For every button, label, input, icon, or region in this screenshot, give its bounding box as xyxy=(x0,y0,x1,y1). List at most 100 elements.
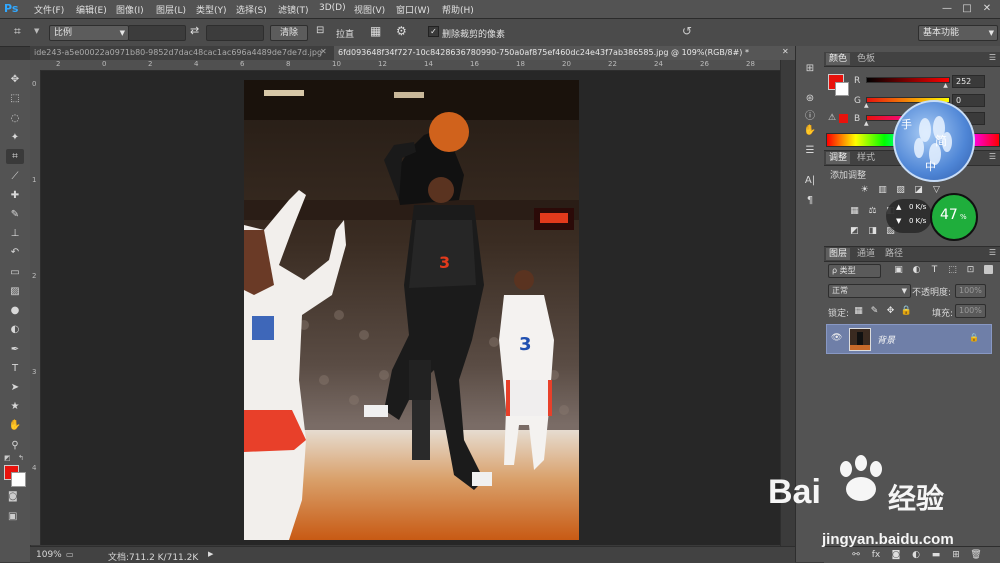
reset-icon[interactable]: ↺ xyxy=(682,24,692,38)
filter-toggle-icon[interactable] xyxy=(984,265,993,274)
eye-icon[interactable]: 👁 xyxy=(831,333,842,343)
character-panel-icon[interactable]: A| xyxy=(802,174,818,188)
input-method-badge[interactable]: 手 简 中 xyxy=(893,100,975,182)
lock-all-icon[interactable]: 🔒 xyxy=(900,306,913,317)
brush-tool-icon[interactable]: ✎ xyxy=(6,207,24,222)
channel-r-value[interactable]: 252 xyxy=(952,75,985,88)
filter-pixel-icon[interactable]: ▣ xyxy=(892,265,905,276)
menu-view[interactable]: 视图(V) xyxy=(354,3,385,16)
color-panel-background-swatch[interactable] xyxy=(835,82,849,96)
healing-brush-icon[interactable]: ✚ xyxy=(6,188,24,203)
status-menu-arrow-icon[interactable]: ▶ xyxy=(208,550,213,558)
background-color-swatch[interactable] xyxy=(11,472,26,487)
panel-menu-icon[interactable]: ☰ xyxy=(989,248,996,257)
document-image[interactable]: 3 3 xyxy=(244,80,579,540)
crop-preset-icon[interactable]: ⌗ xyxy=(14,24,21,39)
warning-icon[interactable]: ⚠ xyxy=(828,113,836,123)
menu-3d[interactable]: 3D(D) xyxy=(319,3,346,13)
minimize-icon[interactable]: — xyxy=(940,2,954,15)
menu-type[interactable]: 类型(Y) xyxy=(196,3,227,16)
filter-adjustment-icon[interactable]: ◐ xyxy=(910,265,923,276)
shape-tool-icon[interactable]: ★ xyxy=(6,399,24,414)
usage-circle[interactable]: 47 % xyxy=(930,193,978,241)
gradient-tool-icon[interactable]: ▨ xyxy=(6,284,24,299)
tab-channels[interactable]: 通道 xyxy=(854,248,878,260)
opacity-input[interactable]: 100% xyxy=(955,284,986,298)
delete-cropped-checkbox[interactable]: ✓ xyxy=(428,26,439,37)
quick-mask-icon[interactable]: ◙ xyxy=(8,491,18,502)
grid-overlay-icon[interactable]: ▦ xyxy=(370,24,381,38)
swap-icon[interactable]: ⇄ xyxy=(190,24,199,37)
tab-doc-2[interactable]: 6fd093648f34f727-10c8428636780990-750a0a… xyxy=(334,46,796,60)
blur-tool-icon[interactable]: ● xyxy=(6,303,24,318)
menu-image[interactable]: 图像(I) xyxy=(116,3,144,16)
brush-panel-icon[interactable]: ✋ xyxy=(802,124,818,138)
properties-panel-icon[interactable]: ⊛ xyxy=(802,92,818,106)
adjust-panel-icon[interactable]: ☰ xyxy=(802,144,818,158)
screen-mode-icon[interactable]: ▣ xyxy=(8,511,17,522)
menu-filter[interactable]: 滤镜(T) xyxy=(278,3,309,16)
lock-transparency-icon[interactable]: ▦ xyxy=(852,306,865,317)
tab-swatches[interactable]: 色板 xyxy=(854,53,878,65)
menu-file[interactable]: 文件(F) xyxy=(34,3,64,16)
panel-menu-icon[interactable]: ☰ xyxy=(989,53,996,62)
invert-icon[interactable]: ◩ xyxy=(848,226,861,237)
channel-r-slider[interactable] xyxy=(866,77,950,83)
zoom-level[interactable]: 109% xyxy=(36,550,62,560)
gamut-warning-swatch[interactable] xyxy=(839,114,848,123)
zoom-tool-icon[interactable]: ⚲ xyxy=(6,438,24,453)
paragraph-panel-icon[interactable]: ¶ xyxy=(802,194,818,208)
width-input[interactable] xyxy=(128,25,186,41)
channel-b-thumb[interactable]: ▲ xyxy=(864,120,869,127)
clone-stamp-icon[interactable]: ⊥ xyxy=(6,226,24,241)
move-tool-icon[interactable]: ✥ xyxy=(6,72,24,87)
fill-input[interactable]: 100% xyxy=(955,304,986,318)
gear-icon[interactable]: ⚙ xyxy=(396,24,407,38)
menu-window[interactable]: 窗口(W) xyxy=(396,3,430,16)
lock-position-icon[interactable]: ✥ xyxy=(884,306,897,317)
menu-layer[interactable]: 图层(L) xyxy=(156,3,186,16)
channel-g-thumb[interactable]: ▲ xyxy=(864,102,869,109)
close-icon[interactable]: ✕ xyxy=(980,2,994,15)
tab-color[interactable]: 颜色 xyxy=(826,53,851,65)
layer-row-background[interactable]: 👁 背景 🔒 xyxy=(826,324,992,354)
path-select-icon[interactable]: ➤ xyxy=(6,380,24,395)
history-panel-icon[interactable]: ⊞ xyxy=(802,62,818,76)
workspace-select[interactable]: 基本功能 ▼ xyxy=(918,25,998,41)
height-input[interactable] xyxy=(206,25,264,41)
tab-layers[interactable]: 图层 xyxy=(826,248,851,260)
posterize-icon[interactable]: ◨ xyxy=(866,226,879,237)
eyedropper-icon[interactable]: ⟋ xyxy=(6,169,24,184)
hue-saturation-icon[interactable]: ▦ xyxy=(848,206,861,217)
chevron-down-icon[interactable]: ▼ xyxy=(34,27,39,35)
tab-paths[interactable]: 路径 xyxy=(882,248,906,260)
straighten-icon[interactable]: ⊟ xyxy=(316,25,324,36)
channel-r-thumb[interactable]: ▲ xyxy=(943,82,948,89)
close-icon[interactable]: ✕ xyxy=(782,47,789,56)
pen-tool-icon[interactable]: ✒ xyxy=(6,342,24,357)
filter-shape-icon[interactable]: ⬚ xyxy=(946,265,959,276)
tab-doc-1[interactable]: ide243-a5e00022a0971b80-9852d7dac48cac1a… xyxy=(30,46,336,60)
info-panel-icon[interactable]: ⓘ xyxy=(802,110,818,124)
marquee-tool-icon[interactable]: ⬚ xyxy=(6,91,24,106)
status-icon[interactable]: ▭ xyxy=(66,550,74,559)
color-balance-icon[interactable]: ⚖ xyxy=(866,206,879,217)
tab-styles[interactable]: 样式 xyxy=(854,152,878,164)
restore-icon[interactable]: □ xyxy=(960,2,974,15)
default-colors-icon[interactable]: ◩ xyxy=(4,454,11,462)
filter-type-icon[interactable]: T xyxy=(928,265,941,276)
panel-menu-icon[interactable]: ☰ xyxy=(989,152,996,161)
blend-mode-select[interactable]: 正常 ▼ xyxy=(828,284,911,298)
lock-image-icon[interactable]: ✎ xyxy=(868,306,881,317)
crop-tool-icon[interactable]: ⌗ xyxy=(6,149,24,164)
history-brush-icon[interactable]: ↶ xyxy=(6,245,24,260)
lasso-tool-icon[interactable]: ◌ xyxy=(6,111,24,126)
menu-edit[interactable]: 编辑(E) xyxy=(76,3,107,16)
hand-tool-icon[interactable]: ✋ xyxy=(6,418,24,433)
layer-name[interactable]: 背景 xyxy=(877,333,895,346)
magic-wand-icon[interactable]: ✦ xyxy=(6,130,24,145)
tab-adjustments[interactable]: 调整 xyxy=(826,152,851,164)
swap-colors-icon[interactable]: ↰ xyxy=(18,454,24,462)
type-tool-icon[interactable]: T xyxy=(6,361,24,376)
dodge-tool-icon[interactable]: ◐ xyxy=(6,322,24,337)
